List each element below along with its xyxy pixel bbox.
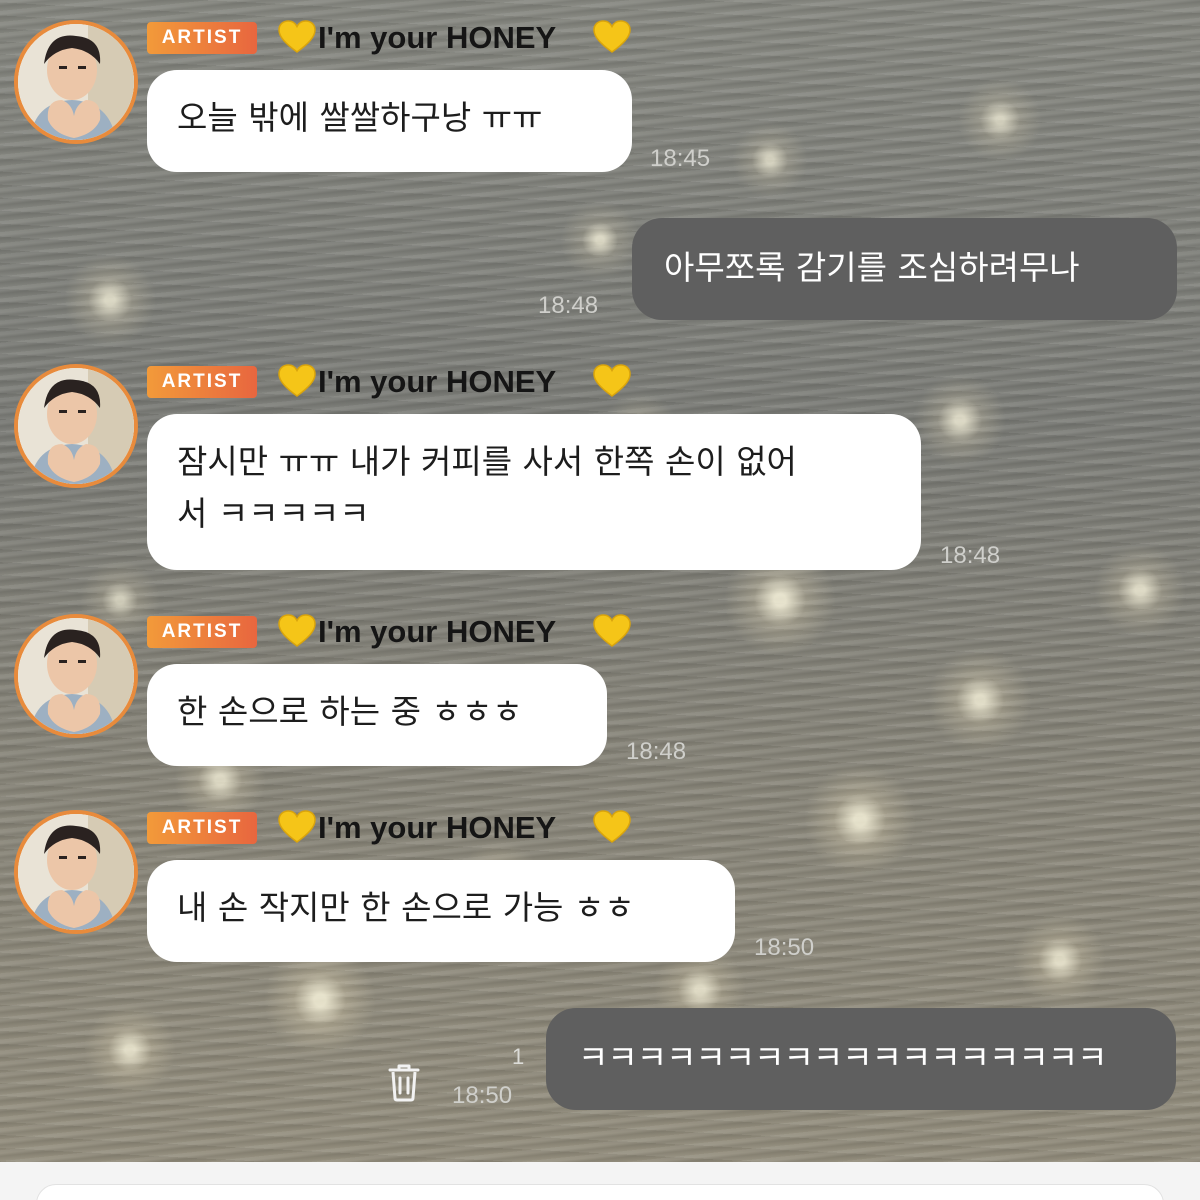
yellow-heart-icon bbox=[278, 810, 316, 843]
composer-bar bbox=[0, 1162, 1200, 1200]
artist-badge: ARTIST bbox=[147, 22, 257, 54]
yellow-heart-icon bbox=[278, 614, 316, 647]
message-time: 18:45 bbox=[650, 145, 711, 172]
yellow-heart-icon bbox=[278, 364, 316, 397]
yellow-heart-icon bbox=[593, 20, 631, 53]
chat-screen: ARTIST I'm your HONEY 오늘 밖에 쌀쌀하구낭 ㅠㅠ 18:… bbox=[0, 0, 1200, 1200]
sender-name: I'm your HONEY bbox=[318, 810, 557, 845]
artist-avatar[interactable] bbox=[14, 364, 138, 488]
artist-badge: ARTIST bbox=[147, 616, 257, 648]
yellow-heart-icon bbox=[278, 20, 316, 53]
message-bubble-incoming[interactable]: 내 손 작지만 한 손으로 가능 ㅎㅎ bbox=[147, 860, 735, 962]
yellow-heart-icon bbox=[593, 810, 631, 843]
message-bubble-outgoing[interactable]: ㅋㅋㅋㅋㅋㅋㅋㅋㅋㅋㅋㅋㅋㅋㅋㅋㅋㅋ bbox=[546, 1008, 1176, 1110]
message-input[interactable] bbox=[36, 1184, 1164, 1200]
artist-avatar[interactable] bbox=[14, 20, 138, 144]
message-bubble-outgoing[interactable]: 아무쪼록 감기를 조심하려무나 bbox=[632, 218, 1177, 320]
yellow-heart-icon bbox=[593, 614, 631, 647]
message-bubble-incoming[interactable]: 오늘 밖에 쌀쌀하구낭 ㅠㅠ bbox=[147, 70, 632, 172]
sender-name: I'm your HONEY bbox=[318, 364, 557, 399]
message-time: 18:50 bbox=[754, 934, 815, 961]
artist-badge: ARTIST bbox=[147, 812, 257, 844]
sender-name: I'm your HONEY bbox=[318, 614, 557, 649]
message-bubble-incoming[interactable]: 잠시만 ㅠㅠ 내가 커피를 사서 한쪽 손이 없어 서 ㅋㅋㅋㅋㅋ bbox=[147, 414, 921, 570]
artist-avatar[interactable] bbox=[14, 810, 138, 934]
yellow-heart-icon bbox=[593, 364, 631, 397]
artist-avatar[interactable] bbox=[14, 614, 138, 738]
message-time: 18:48 bbox=[940, 542, 1001, 569]
message-bubble-incoming[interactable]: 한 손으로 하는 중 ㅎㅎㅎ bbox=[147, 664, 607, 766]
message-time: 18:48 bbox=[626, 738, 687, 765]
trash-icon[interactable] bbox=[384, 1060, 424, 1104]
artist-badge: ARTIST bbox=[147, 366, 257, 398]
message-time: 18:48 bbox=[538, 292, 599, 319]
message-time: 18:50 bbox=[452, 1082, 513, 1109]
unread-count: 1 bbox=[512, 1044, 525, 1069]
sender-name: I'm your HONEY bbox=[318, 20, 557, 55]
